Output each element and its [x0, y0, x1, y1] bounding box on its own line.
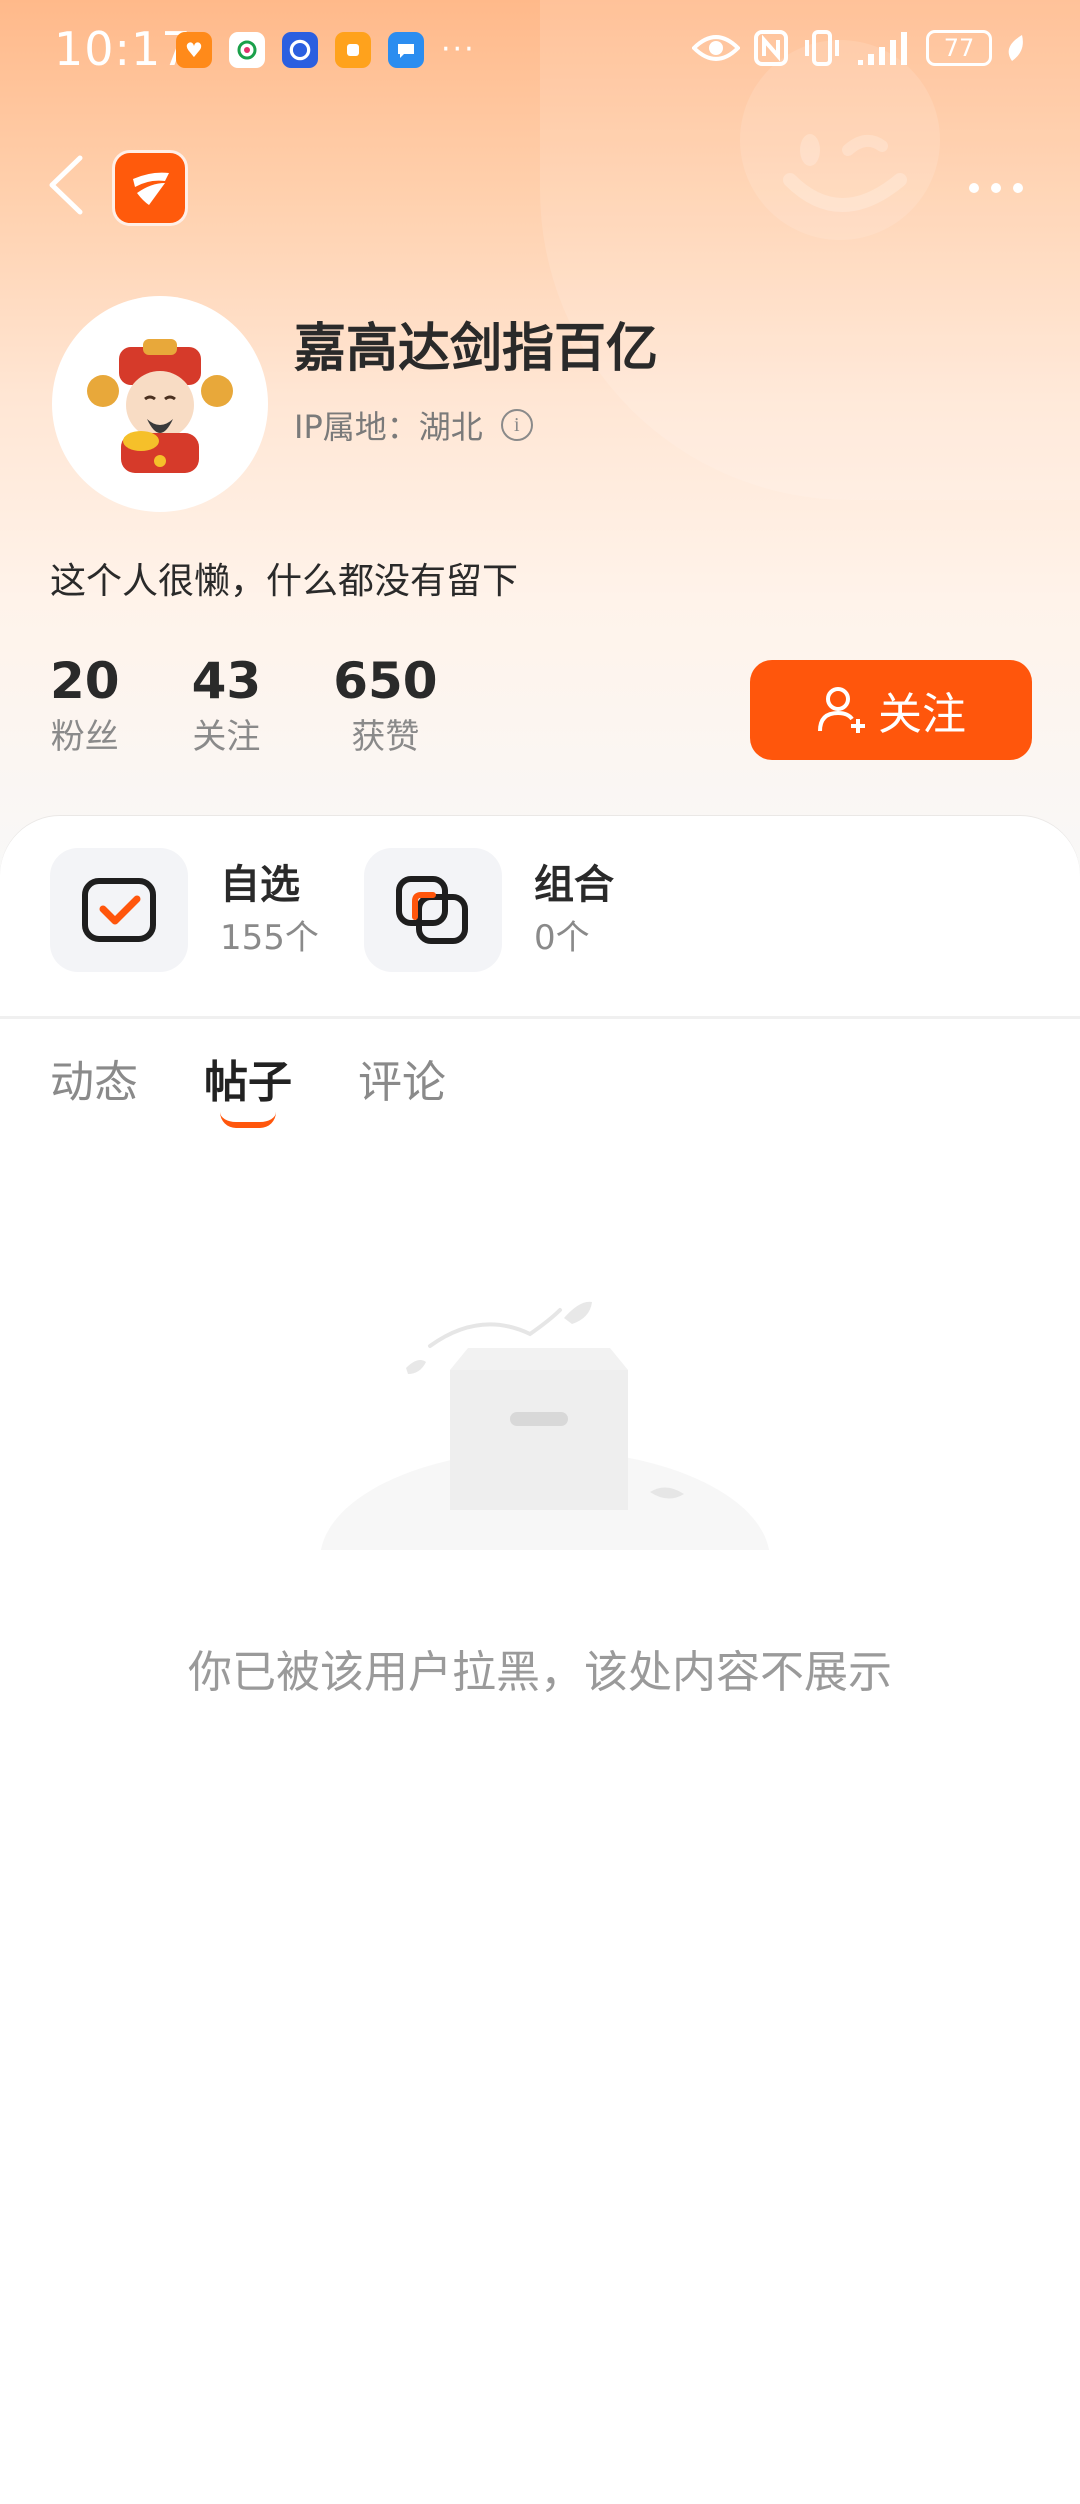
portfolio-title: 组合: [534, 862, 614, 908]
status-bar: 10:17 ♥ ··· 77: [0, 0, 1080, 100]
active-tab-indicator: [220, 1112, 276, 1128]
more-icon-dot: [1013, 183, 1023, 193]
stat-value: 650: [333, 652, 438, 710]
stat-fans[interactable]: 20 粉丝: [50, 648, 120, 760]
watchlist-icon-box: [50, 848, 188, 972]
avatar[interactable]: [52, 296, 268, 512]
app-icon-green: [229, 32, 265, 68]
smile-decoration-icon: [783, 134, 907, 212]
info-icon[interactable]: i: [500, 409, 533, 441]
portfolio-entry[interactable]: 组合 0个: [364, 848, 614, 972]
more-icon-dot: [969, 183, 979, 193]
tab-activity[interactable]: 动态: [50, 1046, 138, 1126]
section-divider: [0, 1016, 1080, 1019]
status-time: 10:17: [54, 22, 192, 76]
stat-label: 关注: [192, 717, 261, 757]
profile-name: 嘉高达剑指百亿: [294, 319, 659, 379]
back-button[interactable]: [44, 150, 88, 220]
portfolio-text: 组合 0个: [534, 857, 614, 963]
more-button[interactable]: [956, 168, 1036, 208]
stat-likes[interactable]: 650 获赞: [333, 648, 437, 760]
god-of-wealth-avatar-icon: [87, 339, 233, 473]
app-logo-icon: [133, 172, 169, 205]
stat-following[interactable]: 43 关注: [192, 648, 262, 760]
stat-value: 20: [50, 652, 120, 710]
notification-icons: ♥ ···: [176, 32, 476, 68]
watchlist-check-icon: [82, 878, 156, 942]
app-icon-orange-square: [335, 32, 371, 68]
portfolio-count: 0个: [534, 918, 590, 958]
tab-posts[interactable]: 帖子: [204, 1046, 292, 1128]
watchlist-text: 自选 155个: [220, 857, 319, 963]
app-icon-blue-chat: [388, 32, 424, 68]
tab-comments[interactable]: 评论: [358, 1046, 446, 1126]
more-notifications-indicator: ···: [441, 32, 476, 67]
content-tabs: 动态 帖子 评论: [50, 1046, 446, 1128]
app-logo[interactable]: [112, 150, 188, 226]
portfolio-icon-box: [364, 848, 502, 972]
follow-button-label: 关注: [878, 690, 966, 739]
stat-label: 获赞: [351, 717, 420, 757]
stat-value: 43: [191, 652, 262, 710]
ip-location: IP属地：湖北: [294, 408, 483, 446]
battery-indicator: 77: [926, 30, 992, 66]
portfolio-icon: [396, 876, 468, 944]
signal-icon: [858, 32, 907, 65]
watchlist-entry[interactable]: 自选 155个: [50, 848, 319, 972]
add-user-icon: [818, 687, 865, 733]
profile-stats: 20 粉丝 43 关注 650 获赞: [50, 648, 510, 760]
app-icon-blue-ring: [282, 32, 318, 68]
empty-state-message: 你已被该用户拉黑，该处内容不展示: [188, 1647, 892, 1698]
watchlist-title: 自选: [220, 862, 300, 908]
back-arrow-icon: [49, 155, 83, 215]
stat-label: 粉丝: [50, 717, 119, 757]
more-icon-dot: [991, 183, 1001, 193]
app-icon-orange: ♥: [176, 32, 212, 68]
profile-bio: 这个人很懒，什么都没有留下: [50, 561, 519, 602]
tab-posts-label: 帖子: [204, 1057, 292, 1108]
leaf-icon: [1008, 35, 1023, 61]
empty-box-illustration: [310, 1301, 780, 1570]
watchlist-count: 155个: [220, 918, 319, 958]
eye-icon: [692, 35, 740, 61]
follow-button[interactable]: 关注: [750, 660, 1032, 760]
ip-location-row: IP属地：湖北 i: [294, 402, 533, 448]
system-icons: 77: [692, 30, 1026, 66]
nfc-icon: [754, 30, 788, 66]
vibrate-icon: [805, 30, 839, 66]
